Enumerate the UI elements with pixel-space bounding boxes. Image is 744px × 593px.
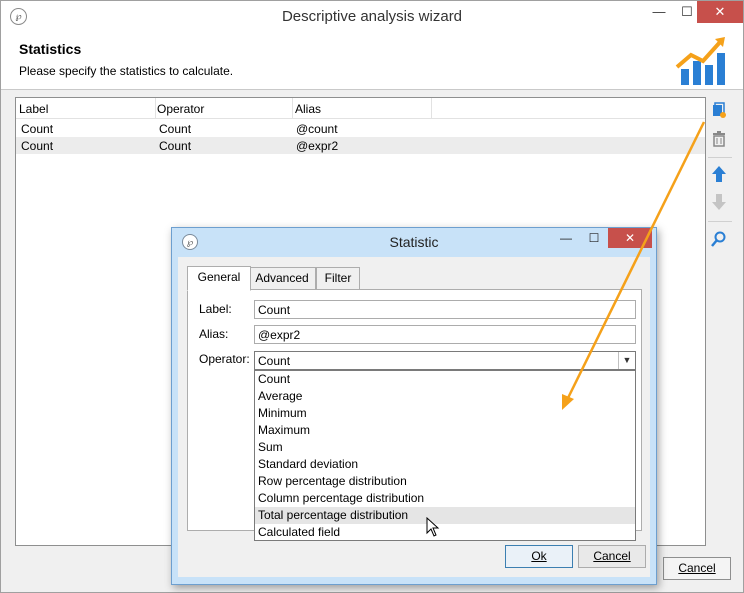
column-header-alias[interactable]: Alias bbox=[295, 102, 321, 116]
search-icon[interactable] bbox=[710, 230, 728, 248]
add-icon[interactable] bbox=[710, 102, 728, 120]
dropdown-option[interactable]: Average bbox=[255, 388, 635, 405]
column-header-label[interactable]: Label bbox=[19, 102, 48, 116]
minimize-icon[interactable]: — bbox=[645, 1, 673, 23]
dialog-body: General Advanced Filter Label: Count Ali… bbox=[178, 257, 650, 577]
ok-button[interactable]: Ok bbox=[505, 545, 573, 568]
window-title: Descriptive analysis wizard bbox=[281, 8, 463, 25]
label-field[interactable]: Count bbox=[254, 300, 636, 319]
tab-general[interactable]: General bbox=[187, 266, 251, 291]
tab-advanced[interactable]: Advanced bbox=[248, 267, 316, 290]
page-subtitle: Please specify the statistics to calcula… bbox=[19, 64, 234, 78]
mouse-cursor-icon bbox=[426, 517, 440, 537]
dialog-minimize-icon[interactable]: — bbox=[552, 228, 580, 248]
dropdown-option[interactable]: Maximum bbox=[255, 422, 635, 439]
wizard-header: Statistics Please specify the statistics… bbox=[1, 32, 743, 90]
operator-dropdown-list: Count Average Minimum Maximum Sum Standa… bbox=[254, 370, 636, 541]
chart-logo-icon bbox=[675, 37, 725, 85]
table-row[interactable]: Count Count @count bbox=[16, 120, 705, 137]
tab-filter[interactable]: Filter bbox=[316, 267, 360, 290]
page-title: Statistics bbox=[19, 41, 82, 57]
operator-caption: Operator: bbox=[199, 352, 250, 366]
window-titlebar: ℘ Descriptive analysis wizard — ☐ ✕ bbox=[1, 1, 743, 32]
operator-select-value: Count bbox=[258, 354, 291, 368]
dialog-cancel-button[interactable]: Cancel bbox=[578, 545, 646, 568]
dialog-maximize-icon[interactable]: ☐ bbox=[580, 228, 608, 248]
close-icon[interactable]: ✕ bbox=[697, 1, 743, 23]
statistic-dialog: ℘ Statistic — ☐ ✕ General Advanced Filte… bbox=[171, 227, 657, 585]
dropdown-option[interactable]: Row percentage distribution bbox=[255, 473, 635, 490]
dialog-titlebar: ℘ Statistic — ☐ ✕ bbox=[172, 228, 656, 256]
dropdown-option[interactable]: Count bbox=[255, 371, 635, 388]
wizard-cancel-button[interactable]: Cancel bbox=[663, 557, 731, 580]
cell-operator: Count bbox=[159, 139, 192, 153]
column-header-operator[interactable]: Operator bbox=[157, 102, 204, 116]
alias-caption: Alias: bbox=[199, 327, 229, 341]
dropdown-option[interactable]: Column percentage distribution bbox=[255, 490, 635, 507]
cell-alias: @count bbox=[296, 122, 338, 136]
cell-alias: @expr2 bbox=[296, 139, 339, 153]
dropdown-option[interactable]: Standard deviation bbox=[255, 456, 635, 473]
move-up-icon[interactable] bbox=[710, 165, 728, 183]
dropdown-option[interactable]: Calculated field bbox=[255, 524, 635, 541]
cell-label: Count bbox=[21, 122, 54, 136]
operator-select[interactable]: Count ▼ bbox=[254, 351, 636, 370]
label-caption: Label: bbox=[199, 302, 232, 316]
dropdown-option[interactable]: Minimum bbox=[255, 405, 635, 422]
move-down-icon[interactable] bbox=[710, 193, 728, 211]
dropdown-option-highlighted[interactable]: Total percentage distribution bbox=[255, 507, 635, 524]
dropdown-option[interactable]: Sum bbox=[255, 439, 635, 456]
general-panel: Label: Count Alias: @expr2 Operator: Cou… bbox=[187, 289, 642, 541]
cell-label: Count bbox=[21, 139, 54, 153]
alias-field[interactable]: @expr2 bbox=[254, 325, 636, 344]
grid-header: Label Operator Alias bbox=[16, 98, 705, 119]
chevron-down-icon[interactable]: ▼ bbox=[618, 352, 635, 369]
dialog-close-icon[interactable]: ✕ bbox=[608, 228, 652, 248]
delete-icon[interactable] bbox=[710, 130, 728, 148]
table-row[interactable]: Count Count @expr2 bbox=[16, 137, 705, 154]
cell-operator: Count bbox=[159, 122, 192, 136]
